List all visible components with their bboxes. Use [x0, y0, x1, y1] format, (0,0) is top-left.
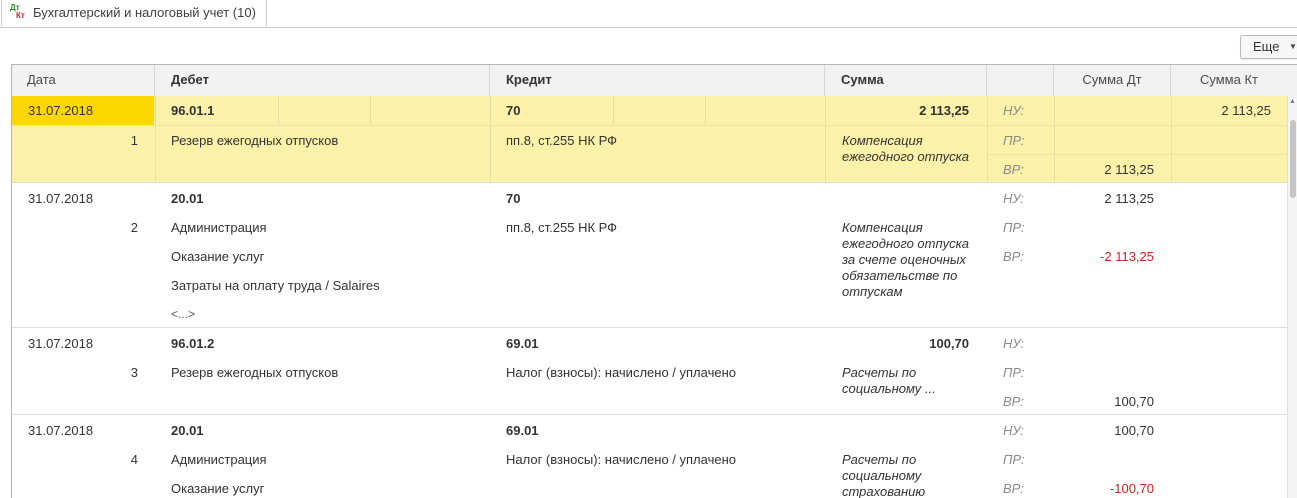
table-row[interactable]: 31.07.2018 96.01.2 69.01 100,70 НУ: 3 Ре…	[12, 328, 1287, 415]
debit-account: 20.01	[171, 191, 204, 206]
column-header-sum-kt[interactable]: Сумма Кт	[1171, 65, 1287, 96]
table-row[interactable]: 31.07.2018 20.01 70 НУ: 2 113,25 2 Админ…	[12, 183, 1287, 328]
entry-content: Компенсация ежегодного отпуска за счете …	[842, 220, 970, 299]
tax-label-nu: НУ:	[1003, 336, 1025, 351]
tax-label-vr: ВР:	[1003, 249, 1024, 264]
entry-content: Компенсация ежегодного отпуска	[842, 133, 970, 164]
debit-account: 20.01	[171, 423, 204, 438]
chevron-down-icon: ▼	[1289, 42, 1297, 51]
vr-sum-dt: -100,70	[1109, 481, 1154, 496]
tab-strip: Дт Кт Бухгалтерский и налоговый учет (10…	[0, 0, 1297, 28]
header-corner	[1287, 65, 1297, 97]
credit-account: 70	[506, 103, 521, 118]
vertical-scrollbar[interactable]: ▲	[1287, 96, 1297, 498]
tax-label-pr: ПР:	[1003, 365, 1025, 380]
credit-subconto: Налог (взносы): начислено / уплачено	[506, 452, 736, 467]
entry-number: 3	[130, 365, 138, 380]
table-row[interactable]: 31.07.2018 96.01.1 70 2 113,25 НУ: 2 113…	[12, 96, 1287, 183]
debit-subconto: Администрация	[171, 220, 267, 235]
more-button-label: Еще	[1253, 39, 1280, 54]
column-header-date[interactable]: Дата	[12, 65, 155, 96]
column-header-sum-dt[interactable]: Сумма Дт	[1054, 65, 1171, 96]
debit-subconto: Оказание услуг	[171, 481, 265, 496]
column-divider	[278, 96, 279, 125]
row-divider	[12, 125, 1287, 126]
table-body: 31.07.2018 96.01.1 70 2 113,25 НУ: 2 113…	[12, 96, 1287, 498]
debit-subconto: Администрация	[171, 452, 267, 467]
entry-sum: 100,70	[929, 336, 969, 351]
debit-account: 96.01.1	[171, 103, 215, 118]
column-header-sum[interactable]: Сумма	[825, 65, 987, 96]
column-header-debit[interactable]: Дебет	[155, 65, 490, 96]
entry-content: Расчеты по социальному страхованию	[842, 452, 926, 498]
entry-date: 31.07.2018	[28, 191, 94, 206]
vr-sum-dt: 100,70	[1114, 394, 1154, 409]
debit-credit-icon: Дт Кт	[10, 3, 25, 20]
entries-table[interactable]: Дата Дебет Кредит Сумма Сумма Дт Сумма К…	[11, 64, 1297, 498]
entry-number: 1	[130, 133, 138, 148]
table-row[interactable]: 31.07.2018 20.01 69.01 НУ: 100,70 4 Адми…	[12, 415, 1287, 498]
nu-sum-kt: 2 113,25	[1221, 103, 1271, 118]
entry-sum: 2 113,25	[919, 103, 969, 118]
debit-subconto: Затраты на оплату труда / Salaires	[171, 278, 380, 293]
tax-label-pr: ПР:	[1003, 452, 1025, 467]
entry-date: 31.07.2018	[28, 423, 94, 438]
table-header: Дата Дебет Кредит Сумма Сумма Дт Сумма К…	[12, 65, 1287, 97]
tab-title: Бухгалтерский и налоговый учет (10)	[33, 5, 256, 20]
column-divider	[613, 96, 614, 125]
debit-subconto: Оказание услуг	[171, 249, 265, 264]
column-header-credit[interactable]: Кредит	[490, 65, 825, 96]
nu-sum-dt: 2 113,25	[1104, 191, 1154, 206]
entry-number: 4	[130, 452, 138, 467]
credit-account: 70	[506, 191, 521, 206]
tax-label-nu: НУ:	[1003, 423, 1025, 438]
tax-label-vr: ВР:	[1003, 394, 1024, 409]
column-header-tax-type[interactable]	[987, 65, 1054, 96]
scroll-up-icon[interactable]: ▲	[1289, 98, 1296, 105]
debit-subconto: Резерв ежегодных отпусков	[171, 133, 339, 148]
more-subconto-link[interactable]: <...>	[171, 307, 195, 321]
tax-label-nu: НУ:	[1003, 191, 1025, 206]
column-divider	[155, 96, 156, 183]
entry-date: 31.07.2018	[28, 103, 94, 118]
credit-subconto: пп.8, ст.255 НК РФ	[506, 220, 618, 235]
vr-sum-dt: -2 113,25	[1100, 249, 1154, 264]
credit-account: 69.01	[506, 423, 539, 438]
debit-subconto: Резерв ежегодных отпусков	[171, 365, 339, 380]
column-divider	[370, 96, 371, 125]
credit-account: 69.01	[506, 336, 539, 351]
column-divider	[490, 96, 491, 183]
entry-number: 2	[130, 220, 138, 235]
tab-accounting-entries[interactable]: Дт Кт Бухгалтерский и налоговый учет (10…	[1, 0, 267, 26]
tax-label-vr: ВР:	[1003, 481, 1024, 496]
credit-subconto: пп.8, ст.255 НК РФ	[506, 133, 618, 148]
tax-label-pr: ПР:	[1003, 133, 1025, 148]
nu-sum-dt: 100,70	[1114, 423, 1154, 438]
vr-sum-dt: 2 113,25	[1104, 162, 1154, 177]
tax-label-pr: ПР:	[1003, 220, 1025, 235]
more-button[interactable]: Еще ▼	[1240, 35, 1297, 59]
entry-content: Расчеты по социальному ...	[842, 365, 936, 396]
column-divider	[987, 96, 988, 183]
entry-date: 31.07.2018	[28, 336, 94, 351]
scrollbar-thumb[interactable]	[1290, 120, 1296, 198]
tax-label-vr: ВР:	[1003, 162, 1024, 177]
tax-label-nu: НУ:	[1003, 103, 1025, 118]
row-divider	[987, 154, 1287, 155]
credit-subconto: Налог (взносы): начислено / уплачено	[506, 365, 736, 380]
debit-account: 96.01.2	[171, 336, 215, 351]
column-divider	[705, 96, 706, 125]
